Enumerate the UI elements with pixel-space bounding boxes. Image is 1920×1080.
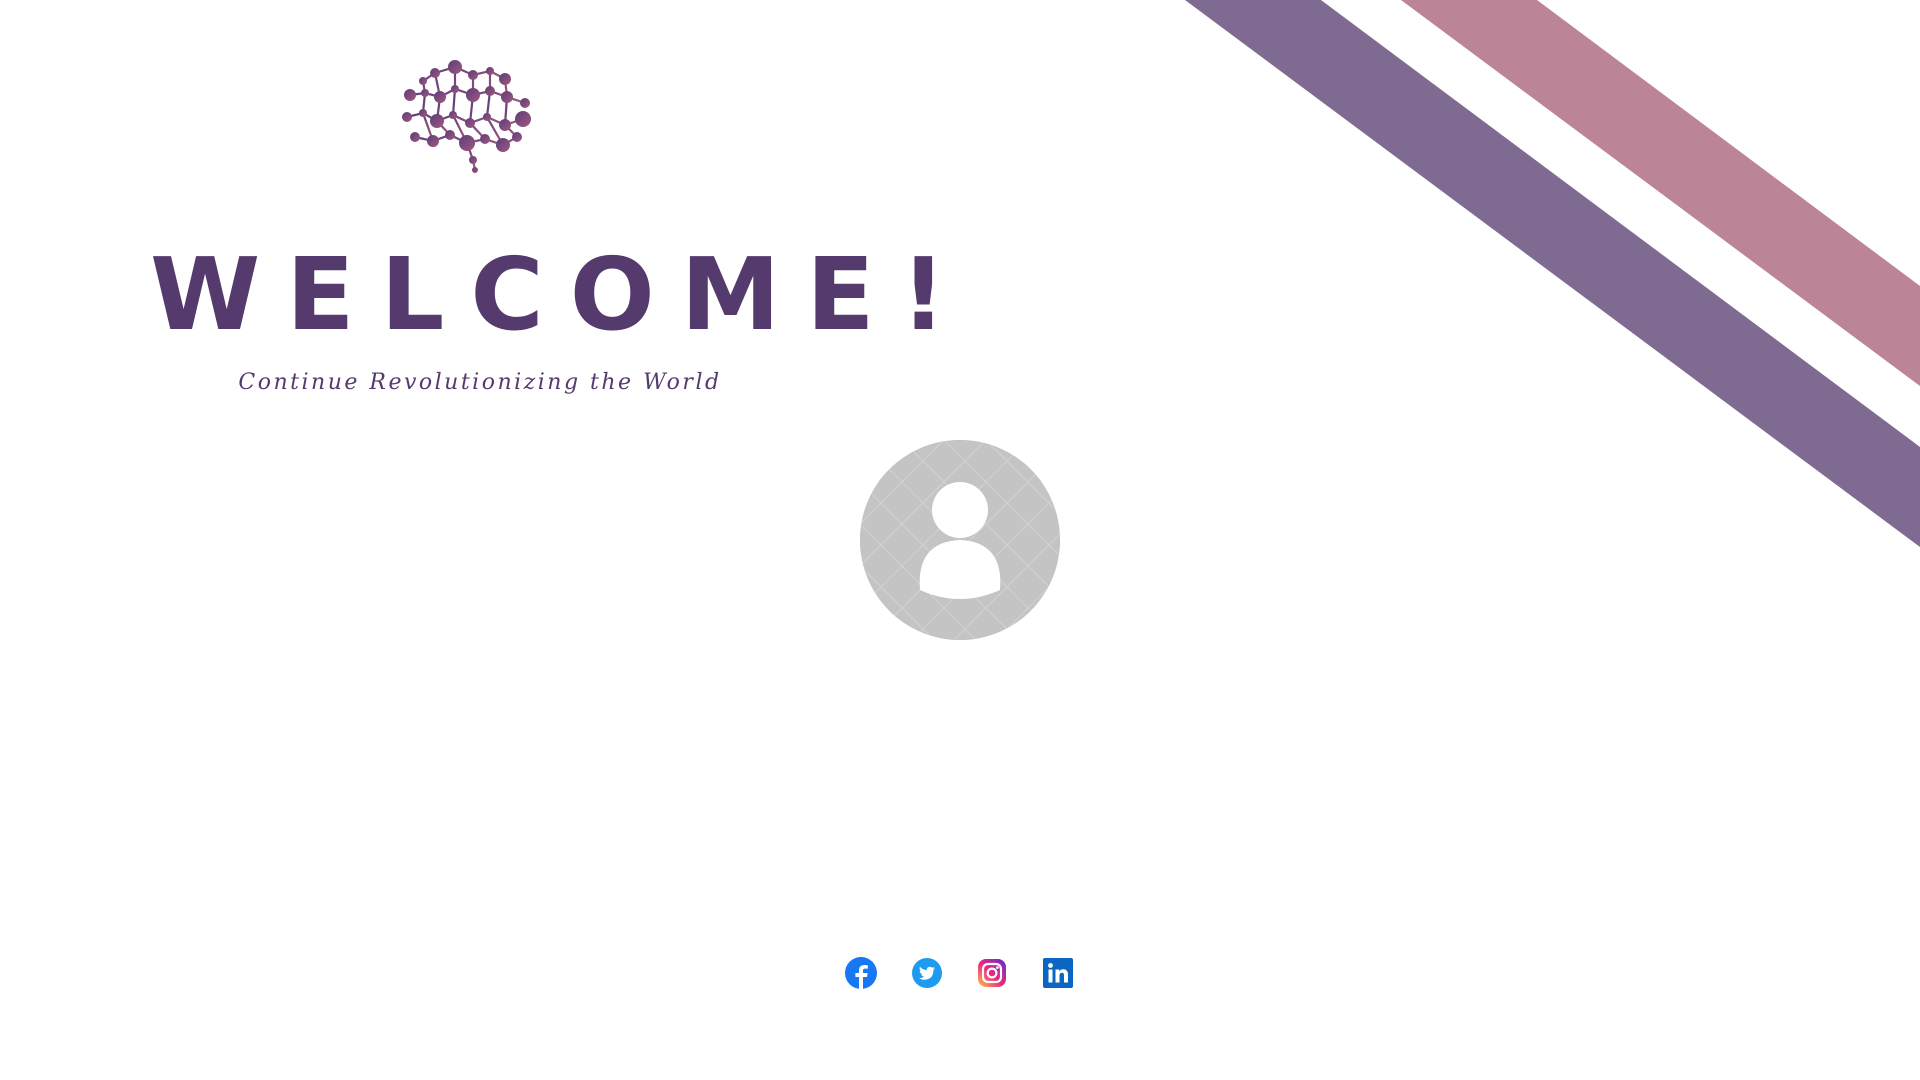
tagline: Continue Revolutionizing the World bbox=[238, 370, 722, 395]
facebook-icon[interactable] bbox=[844, 956, 878, 990]
welcome-page: WELCOME! Continue Revolutionizing the Wo… bbox=[0, 0, 1920, 1080]
welcome-title: WELCOME! bbox=[150, 236, 973, 353]
user-placeholder-icon bbox=[860, 440, 1060, 640]
twitter-icon[interactable] bbox=[910, 956, 944, 990]
avatar[interactable] bbox=[860, 440, 1060, 640]
brain-network-icon bbox=[402, 60, 531, 173]
instagram-icon[interactable] bbox=[975, 956, 1009, 990]
linkedin-icon[interactable] bbox=[1041, 956, 1075, 990]
